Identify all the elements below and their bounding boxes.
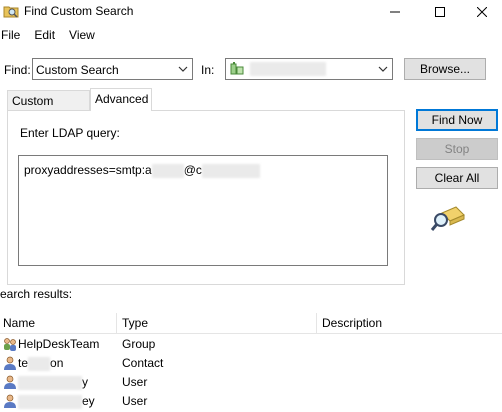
in-location-select[interactable]: [225, 58, 393, 80]
title-bar: Find Custom Search: [0, 0, 502, 24]
find-folder-icon: [3, 6, 19, 18]
redacted-query-domain: [201, 163, 260, 178]
maximize-button[interactable]: [420, 0, 460, 24]
in-label: In:: [201, 63, 215, 77]
maximize-icon: [435, 7, 445, 17]
close-icon: [477, 7, 487, 17]
table-row[interactable]: te on Contact: [0, 354, 502, 373]
column-type[interactable]: Type: [119, 316, 148, 333]
find-type-select[interactable]: Custom Search: [32, 58, 193, 80]
window-title: Find Custom Search: [24, 4, 134, 18]
stop-button[interactable]: Stop: [416, 138, 498, 160]
column-description[interactable]: Description: [319, 316, 382, 333]
find-now-button[interactable]: Find Now: [416, 109, 498, 131]
minimize-icon: [390, 11, 400, 13]
clear-all-button[interactable]: Clear All: [416, 167, 498, 189]
row-name: te on: [18, 356, 63, 371]
domain-icon: [230, 62, 244, 75]
find-label: Find:: [4, 63, 31, 77]
row-name-end: y: [82, 375, 88, 389]
tab-advanced[interactable]: Advanced: [90, 88, 152, 111]
menu-edit[interactable]: Edit: [33, 26, 61, 44]
row-name-end: on: [50, 356, 64, 370]
row-type: Group: [122, 337, 156, 351]
table-row[interactable]: y User: [0, 373, 502, 392]
search-animation-icon: [430, 206, 465, 231]
column-name[interactable]: Name: [0, 316, 35, 333]
chevron-down-icon: [378, 66, 388, 72]
redacted-name: [18, 375, 82, 390]
query-prefix: proxyaddresses=smtp:a: [24, 163, 152, 177]
row-name: ey: [18, 394, 95, 409]
group-icon: [4, 338, 16, 351]
redacted-query-part: [151, 163, 184, 178]
row-type: Contact: [122, 356, 164, 370]
menu-view[interactable]: View: [68, 26, 101, 44]
row-type: User: [122, 375, 148, 389]
row-name-start: te: [18, 356, 29, 370]
redacted-domain: [250, 62, 326, 76]
row-type: User: [122, 394, 148, 408]
column-divider[interactable]: [316, 313, 317, 334]
redacted-name: [18, 394, 82, 409]
user-icon: [4, 375, 16, 389]
row-name: HelpDeskTeam: [18, 337, 100, 351]
redacted-name: [28, 356, 51, 371]
browse-button[interactable]: Browse...: [404, 58, 486, 80]
search-results-label: earch results:: [0, 287, 73, 301]
ldap-query-text: proxyaddresses=smtp:a @c: [24, 163, 260, 178]
results-header: Name Type Description: [0, 313, 502, 334]
ldap-query-label: Enter LDAP query:: [20, 126, 120, 140]
row-name-end: ey: [82, 394, 95, 408]
row-name: y: [18, 375, 88, 390]
ldap-query-input[interactable]: proxyaddresses=smtp:a @c: [18, 155, 388, 266]
user-icon: [4, 356, 16, 370]
table-row[interactable]: ey User: [0, 392, 502, 411]
tab-custom-search[interactable]: Custom Search: [7, 90, 90, 122]
query-at: @c: [183, 163, 202, 177]
chevron-down-icon: [178, 66, 188, 72]
table-row[interactable]: HelpDeskTeam Group: [0, 335, 502, 354]
menu-file[interactable]: File: [0, 26, 26, 44]
close-button[interactable]: [462, 0, 502, 24]
minimize-button[interactable]: [375, 0, 415, 24]
user-icon: [4, 394, 16, 408]
column-divider[interactable]: [116, 313, 117, 334]
menu-bar: File Edit View: [0, 26, 108, 44]
find-type-value: Custom Search: [36, 63, 119, 77]
